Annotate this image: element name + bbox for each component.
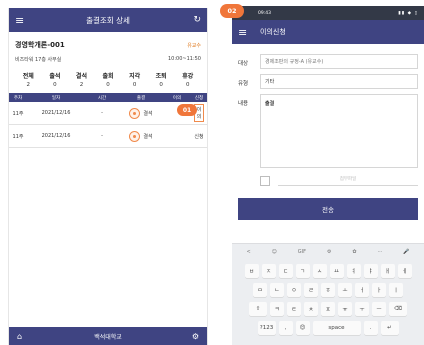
app-bar: ≡ 이의신청 [232,20,424,44]
key[interactable]: ㄴ [270,283,284,297]
space-key[interactable]: space [312,321,361,335]
symbols-key[interactable]: ?123 [257,321,276,335]
keyboard: < ☺ GIF ⚙ ✿ ··· 🎤 ㅂ ㅈ ㄷ ㄱ ㅅ ㅛ ㅕ ㅑ ㅐ ㅔ ㅁ … [232,243,424,345]
key[interactable]: ㅁ [253,283,267,297]
keyboard-row-3: ⇧ ㅋ ㅌ ㅊ ㅍ ㅠ ㅜ ㅡ ⌫ [232,302,424,316]
key[interactable]: ㅑ [363,264,378,278]
key[interactable]: ㅗ [338,283,352,297]
key[interactable]: ㅛ [329,264,344,278]
status-bar: 09:43 ▮▮ ◆ ▯ [232,6,424,20]
gif-button[interactable]: GIF [298,249,306,255]
table-header: 주차 일자 시간 출결 이의 신청 [9,93,207,102]
callout-badge-01: 01 [177,104,197,116]
key[interactable]: ㅍ [321,302,335,316]
key[interactable]: ㅋ [270,302,284,316]
stat-excused: 출회 0 [102,73,114,88]
status-time: 09:43 [258,10,271,16]
objection-request-screen: 09:43 ▮▮ ◆ ▯ 02 ≡ 이의신청 대상 경제조판의 규정-A (유교… [220,4,424,345]
key[interactable]: ㅂ [244,264,259,278]
stat-absent: 결석 2 [75,73,87,88]
menu-icon[interactable]: ≡ [238,26,254,39]
shift-key[interactable]: ⇧ [249,302,267,316]
objection-form: 대상 경제조판의 규정-A (유교수) 유형 기타 내용 출결 첨부파일 [232,44,424,186]
keyboard-row-2: ㅁ ㄴ ㅇ ㄹ ㅎ ㅗ ㅓ ㅏ ㅣ [232,283,424,297]
stat-present: 출석 0 [49,73,61,88]
settings-icon[interactable]: ⚙ [327,249,331,255]
key[interactable]: ㅠ [338,302,352,316]
theme-icon[interactable]: ✿ [352,249,356,255]
keyboard-row-1: ㅂ ㅈ ㄷ ㄱ ㅅ ㅛ ㅕ ㅑ ㅐ ㅔ [232,264,424,278]
bottom-bar: ⌂ 백석대학교 ⚙ [9,327,207,345]
key[interactable]: ㅎ [321,283,335,297]
stat-early-leave: 조퇴 0 [155,73,167,88]
key[interactable]: ㅕ [346,264,361,278]
stat-late: 지각 0 [129,73,141,88]
content-field-row: 내용 출결 [238,94,418,168]
attendance-stats: 전체 2 출석 0 결석 2 출회 0 지각 0 조퇴 0 휴강 0 [15,71,201,88]
target-label: 대상 [238,61,249,67]
menu-icon[interactable]: ≡ [15,15,29,26]
professor-name: 유교수 [187,42,201,49]
target-field[interactable]: 경제조판의 규정-A (유교수) [260,54,418,69]
key[interactable]: ㅔ [397,264,412,278]
type-label: 유형 [238,81,249,87]
course-name: 경영학개론-001 [15,41,65,49]
emoji-icon[interactable]: ☺ [272,249,277,255]
screenshot-stage: ≡ 출결조회 상세 ↻ 경영학개론-001 유교수 비즈타워 17층 사무실 1… [0,0,424,345]
refresh-icon[interactable]: ↻ [187,15,201,25]
period-key[interactable]: . [363,321,378,335]
keyboard-back-icon[interactable]: < [246,249,250,255]
comma-key[interactable]: , [278,321,293,335]
university-name: 백석대학교 [94,333,122,341]
gear-icon[interactable]: ⚙ [185,332,199,341]
course-room: 비즈타워 17층 사무실 [15,57,62,63]
signal-icon: ▮▮ ◆ ▯ [398,10,418,16]
key[interactable]: ㄱ [295,264,310,278]
submit-button[interactable]: 전송 [238,198,418,220]
mic-icon[interactable]: 🎤 [403,249,409,255]
key[interactable]: ㅌ [287,302,301,316]
key[interactable]: ㅓ [355,283,369,297]
course-time: 10:00~11:50 [167,56,201,62]
stat-total: 전체 2 [22,73,34,88]
page-title: 이의신청 [260,28,286,36]
content-textarea[interactable]: 출결 [260,94,418,168]
emoji-key[interactable]: 😊 [295,321,310,335]
key[interactable]: ㅅ [312,264,327,278]
course-info: 경영학개론-001 유교수 비즈타워 17층 사무실 10:00~11:50 [9,32,207,63]
absent-status-icon [129,107,141,119]
callout-badge-02: 02 [220,4,244,18]
attendance-detail-screen: ≡ 출결조회 상세 ↻ 경영학개론-001 유교수 비즈타워 17층 사무실 1… [8,8,208,345]
attachment-row: 첨부파일 [260,176,418,186]
keyboard-row-4: ?123 , 😊 space . ↵ [232,321,424,335]
attachment-field[interactable]: 첨부파일 [278,176,418,186]
key[interactable]: ㄹ [304,283,318,297]
content-label: 내용 [238,101,249,107]
table-row: 11주 2021/12/16 - 결석 신청 [9,125,207,148]
key[interactable]: ㅊ [304,302,318,316]
type-select[interactable]: 기타 [260,74,418,89]
key[interactable]: ㅣ [389,283,403,297]
page-title: 출결조회 상세 [86,15,130,25]
target-field-row: 대상 경제조판의 규정-A (유교수) [238,54,418,69]
app-bar: ≡ 출결조회 상세 ↻ [9,8,207,32]
key[interactable]: ㅡ [372,302,386,316]
key[interactable]: ㅇ [287,283,301,297]
type-field-row: 유형 기타 [238,74,418,89]
key[interactable]: ㅜ [355,302,369,316]
backspace-key[interactable]: ⌫ [389,302,407,316]
absent-status-icon [129,130,141,142]
key[interactable]: ㅈ [261,264,276,278]
key[interactable]: ㄷ [278,264,293,278]
more-icon[interactable]: ··· [378,249,383,255]
stat-cancelled: 휴강 0 [182,73,194,88]
key[interactable]: ㅐ [380,264,395,278]
keyboard-toolbar: < ☺ GIF ⚙ ✿ ··· 🎤 [232,244,424,259]
enter-key[interactable]: ↵ [380,321,399,335]
attachment-checkbox[interactable] [260,176,270,186]
home-icon[interactable]: ⌂ [17,332,31,341]
apply-button[interactable]: 신청 [191,133,207,140]
key[interactable]: ㅏ [372,283,386,297]
